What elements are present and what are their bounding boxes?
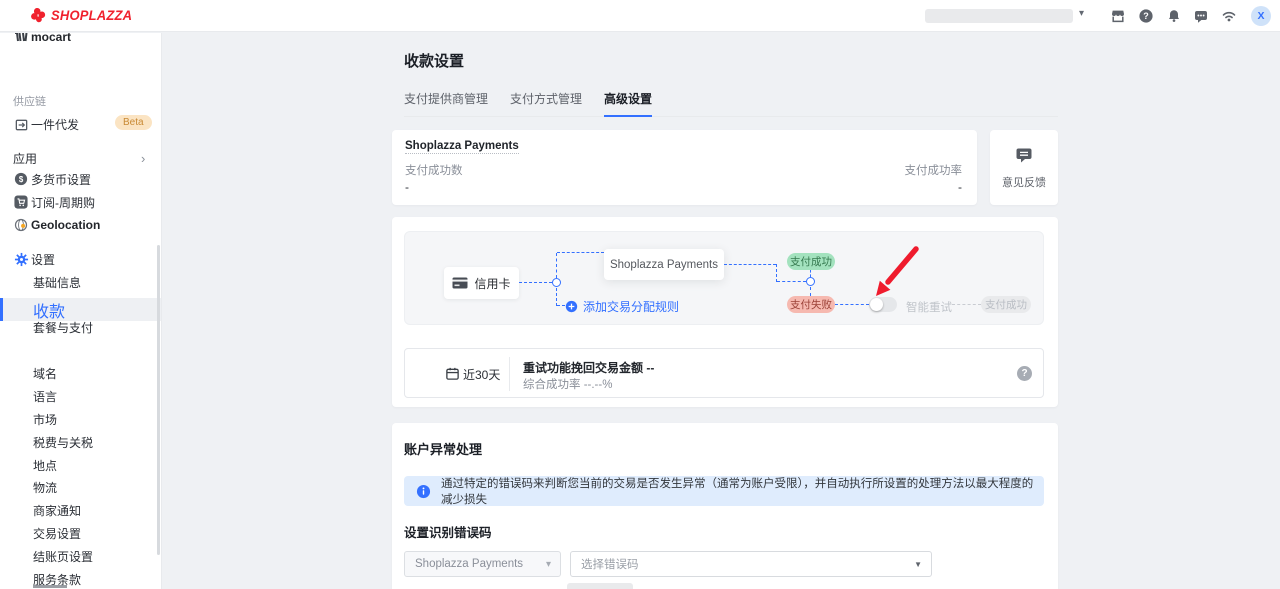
sidebar-scrollbar[interactable] — [157, 245, 160, 555]
error-code-placeholder: 选择错误码 — [581, 556, 639, 572]
payment-fail-pill: 支付失败 — [787, 296, 835, 313]
gear-icon — [13, 251, 29, 267]
sidebar-item-multi-currency[interactable]: $ 多货币设置 — [0, 169, 162, 189]
sidebar-item[interactable]: 语言 — [0, 386, 162, 406]
feedback-button[interactable]: 意见反馈 — [990, 130, 1058, 205]
help-icon[interactable]: ? — [1138, 8, 1154, 24]
flow-result-node — [806, 277, 815, 286]
notifications-bell-icon[interactable] — [1166, 8, 1182, 24]
provider-select-value: Shoplazza Payments — [415, 558, 523, 570]
sidebar-item[interactable]: 物流 — [0, 477, 162, 497]
sidebar-item-subscription[interactable]: 订阅-周期购 — [0, 192, 162, 212]
sidebar-item[interactable]: 市场 — [0, 409, 162, 429]
payment-success-pill: 支付成功 — [787, 253, 835, 270]
flow-node-provider[interactable]: Shoplazza Payments — [604, 249, 724, 280]
page-title: 收款设置 — [404, 50, 464, 71]
info-banner: 通过特定的错误码来判断您当前的交易是否发生异常（通常为账户受限），并自动执行所设… — [404, 476, 1044, 506]
payment-flow-diagram: 信用卡 Shoplazza Payments 添加交易分配规则 支付成功 支付失… — [404, 231, 1044, 325]
credit-card-icon — [452, 277, 468, 289]
sidebar-item-settings[interactable]: 设置 — [0, 249, 162, 269]
chevron-right-icon: › — [141, 151, 145, 166]
feedback-label: 意见反馈 — [990, 174, 1058, 190]
calendar-icon — [445, 366, 460, 381]
currency-icon: $ — [13, 171, 29, 187]
tab-bar: 支付提供商管理 支付方式管理 高级设置 — [404, 90, 1058, 117]
info-banner-text: 通过特定的错误码来判断您当前的交易是否发生异常（通常为账户受限），并自动执行所设… — [441, 475, 1044, 507]
error-code-select[interactable]: 选择错误码 ▼ — [570, 551, 932, 577]
success-count-value: - — [405, 180, 409, 194]
tab-payment-methods[interactable]: 支付方式管理 — [510, 90, 582, 116]
success-rate-label: 支付成功率 — [905, 162, 963, 178]
flow-node-credit-card-label: 信用卡 — [474, 275, 510, 292]
feedback-chat-icon — [1015, 147, 1033, 164]
sidebar-item[interactable]: 服务条款 — [0, 569, 162, 589]
beta-badge: Beta — [115, 115, 152, 130]
brand-name: SHOPLAZZA — [51, 7, 132, 23]
sidebar-item[interactable]: 结账页设置 — [0, 546, 162, 566]
date-range-label: 近30天 — [463, 366, 500, 383]
brand-logo[interactable]: SHOPLAZZA — [30, 7, 132, 23]
subscription-cart-icon — [13, 194, 29, 210]
sidebar-item-active-payments[interactable]: 收款 — [0, 298, 162, 321]
divider — [509, 357, 510, 391]
clipped-button[interactable] — [567, 583, 633, 589]
smart-retry-label: 智能重试 — [906, 299, 952, 315]
error-code-subtitle: 设置识别错误码 — [404, 522, 492, 541]
sidebar-item-apps[interactable]: 应用 › — [0, 148, 162, 168]
store-selector-redacted[interactable] — [925, 9, 1073, 23]
provider-name[interactable]: Shoplazza Payments — [405, 140, 519, 154]
storefront-icon[interactable] — [1110, 8, 1126, 24]
sidebar-item[interactable]: 地点 — [0, 455, 162, 475]
success-rate-value: - — [958, 180, 962, 194]
svg-text:?: ? — [1143, 11, 1149, 21]
provider-stats-card: Shoplazza Payments 支付成功数 - 支付成功率 - — [392, 130, 977, 205]
messages-icon[interactable] — [1193, 8, 1209, 24]
sidebar-item-clipped — [33, 585, 67, 588]
tab-payment-providers[interactable]: 支付提供商管理 — [404, 90, 488, 116]
sidebar: mocart 供应链 一件代发 Beta 应用 › $ 多货币设置 订阅-周期购… — [0, 33, 162, 589]
mocart-app-icon — [13, 33, 29, 45]
tab-advanced-settings[interactable]: 高级设置 — [604, 90, 652, 117]
add-allocation-rule-link[interactable]: 添加交易分配规则 — [565, 298, 679, 315]
info-icon — [416, 484, 431, 499]
sidebar-item-mocart[interactable]: mocart — [0, 33, 162, 47]
combined-rate-text: 综合成功率 --.--% — [523, 376, 612, 392]
store-selector-caret-icon[interactable]: ▾ — [1079, 8, 1084, 19]
user-avatar[interactable]: X — [1251, 6, 1271, 26]
retry-amount-text: 重试功能挽回交易金额 -- — [523, 359, 654, 376]
exception-title: 账户异常处理 — [404, 439, 482, 458]
sidebar-item[interactable]: 域名 — [0, 363, 162, 383]
account-exception-card: 账户异常处理 通过特定的错误码来判断您当前的交易是否发生异常（通常为账户受限），… — [392, 423, 1058, 589]
sidebar-item[interactable]: 税费与关税 — [0, 432, 162, 452]
flow-node-credit-card[interactable]: 信用卡 — [444, 267, 519, 299]
globe-icon — [13, 217, 29, 233]
dropshipping-box-icon — [13, 116, 29, 132]
flow-node-provider-label: Shoplazza Payments — [610, 259, 718, 271]
success-count-label: 支付成功数 — [405, 162, 463, 178]
sidebar-item[interactable]: 交易设置 — [0, 523, 162, 543]
sidebar-item-geolocation[interactable]: Geolocation — [0, 215, 162, 235]
caret-down-filled-icon: ▼ — [914, 560, 922, 569]
add-allocation-rule-label: 添加交易分配规则 — [583, 298, 679, 315]
sidebar-item-dropshipping[interactable]: 一件代发 Beta — [0, 114, 162, 134]
help-tooltip-icon[interactable]: ? — [1017, 366, 1032, 381]
retry-stats-card: 近30天 重试功能挽回交易金额 -- 综合成功率 --.--% ? — [404, 348, 1044, 398]
plus-circle-icon — [565, 300, 578, 313]
retry-success-pill: 支付成功 — [981, 296, 1031, 313]
sidebar-item[interactable]: 基础信息 — [0, 272, 162, 292]
wifi-icon[interactable] — [1221, 8, 1237, 24]
shoplazza-flower-icon — [30, 7, 46, 23]
provider-select[interactable]: Shoplazza Payments ▾ — [404, 551, 561, 577]
annotation-arrow-icon — [861, 241, 931, 301]
flow-split-node — [552, 278, 561, 287]
top-bar: SHOPLAZZA ▾ ? X — [0, 0, 1280, 32]
sidebar-item[interactable]: 商家通知 — [0, 500, 162, 520]
sidebar-section-supply-chain: 供应链 — [13, 93, 46, 109]
caret-down-icon: ▾ — [546, 559, 551, 570]
svg-text:$: $ — [19, 175, 24, 184]
